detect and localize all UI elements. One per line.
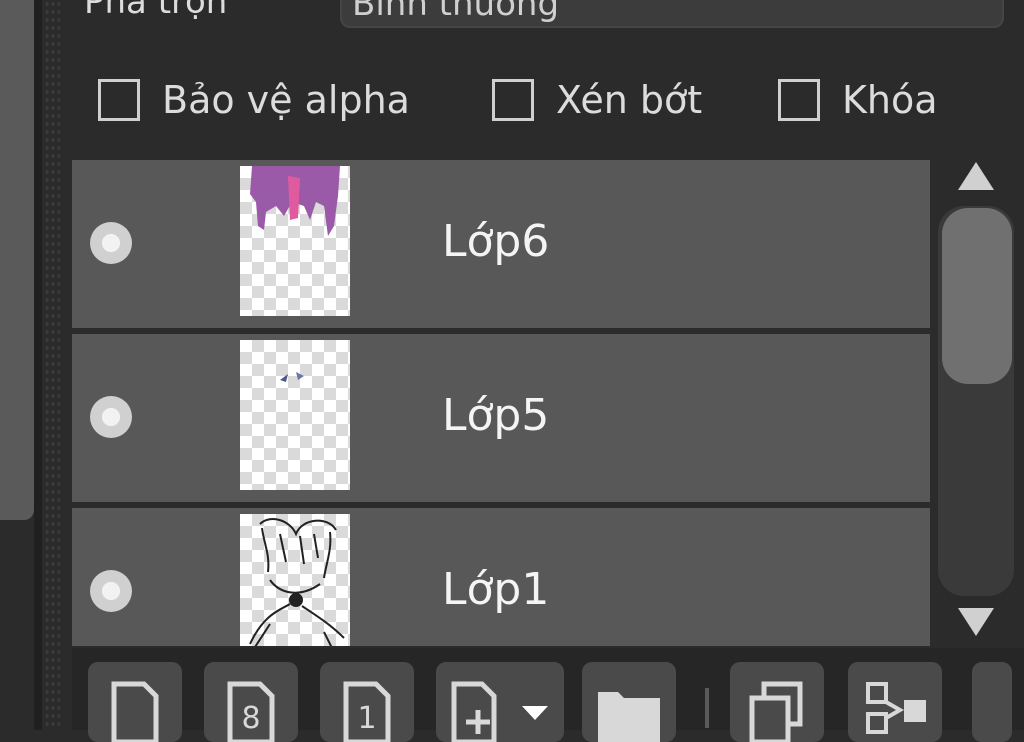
new-8bit-layer-button[interactable]: 8 bbox=[204, 662, 298, 742]
lock-label: Khóa bbox=[842, 78, 938, 122]
left-panel-edge bbox=[0, 0, 34, 520]
layer-name: Lớp5 bbox=[442, 390, 550, 441]
svg-text:8: 8 bbox=[241, 701, 260, 736]
add-layer-dropdown-icon bbox=[451, 681, 548, 742]
panel-grip[interactable] bbox=[44, 0, 60, 730]
new-1bit-layer-button[interactable]: 1 bbox=[320, 662, 414, 742]
layer-name: Lớp1 bbox=[442, 564, 550, 615]
blend-mode-select[interactable]: Bình thường bbox=[340, 0, 1004, 28]
add-layer-dropdown-button[interactable] bbox=[436, 662, 564, 742]
svg-text:1: 1 bbox=[357, 701, 376, 736]
visibility-toggle-icon[interactable] bbox=[90, 222, 132, 264]
protect-alpha-checkbox[interactable]: Bảo vệ alpha bbox=[98, 70, 410, 130]
blend-mode-value: Bình thường bbox=[352, 0, 560, 24]
layer-toolbar: 8 1 bbox=[72, 648, 1024, 742]
layer-options-row: Bảo vệ alpha Xén bớt Khóa bbox=[60, 70, 1024, 130]
layer-row[interactable]: Lớp5 bbox=[72, 334, 930, 502]
new-layer-icon bbox=[111, 681, 159, 742]
layer-row[interactable]: Lớp1 bbox=[72, 508, 930, 646]
checkbox-box[interactable] bbox=[778, 79, 820, 121]
layer-thumbnail bbox=[240, 514, 350, 646]
new-layer-button[interactable] bbox=[88, 662, 182, 742]
panel-divider bbox=[34, 0, 42, 730]
duplicate-layer-icon bbox=[749, 681, 803, 742]
scroll-thumb[interactable] bbox=[942, 208, 1012, 384]
visibility-toggle-icon[interactable] bbox=[90, 396, 132, 438]
layer-list: Lớp6 Lớp5 Lớp1 bbox=[72, 160, 930, 646]
lock-checkbox[interactable]: Khóa bbox=[778, 70, 938, 130]
protect-alpha-label: Bảo vệ alpha bbox=[162, 78, 410, 122]
clipping-checkbox[interactable]: Xén bớt bbox=[492, 70, 702, 130]
duplicate-layer-button[interactable] bbox=[730, 662, 824, 742]
new-folder-icon bbox=[598, 692, 660, 742]
checkbox-box[interactable] bbox=[492, 79, 534, 121]
scroll-up-arrow-icon[interactable] bbox=[958, 162, 994, 190]
blend-mode-row: Pha trộn Bình thường bbox=[60, 0, 1024, 28]
visibility-toggle-icon[interactable] bbox=[90, 570, 132, 612]
layer-list-scrollbar[interactable] bbox=[932, 160, 1024, 646]
clipping-label: Xén bớt bbox=[556, 78, 703, 122]
new-folder-button[interactable] bbox=[582, 662, 676, 742]
transfer-layer-icon bbox=[866, 682, 926, 734]
checkbox-box[interactable] bbox=[98, 79, 140, 121]
layer-thumbnail bbox=[240, 340, 350, 490]
layer-name: Lớp6 bbox=[442, 216, 550, 267]
layer-row[interactable]: Lớp6 bbox=[72, 160, 930, 328]
blend-mode-label: Pha trộn bbox=[84, 0, 228, 22]
more-tools-button[interactable] bbox=[972, 662, 1012, 742]
toolbar-separator bbox=[705, 688, 709, 728]
layer-thumbnail bbox=[240, 166, 350, 316]
scroll-down-arrow-icon[interactable] bbox=[958, 608, 994, 636]
transfer-layer-button[interactable] bbox=[848, 662, 942, 742]
new-1bit-layer-icon: 1 bbox=[343, 681, 391, 742]
new-8bit-layer-icon: 8 bbox=[227, 681, 275, 742]
